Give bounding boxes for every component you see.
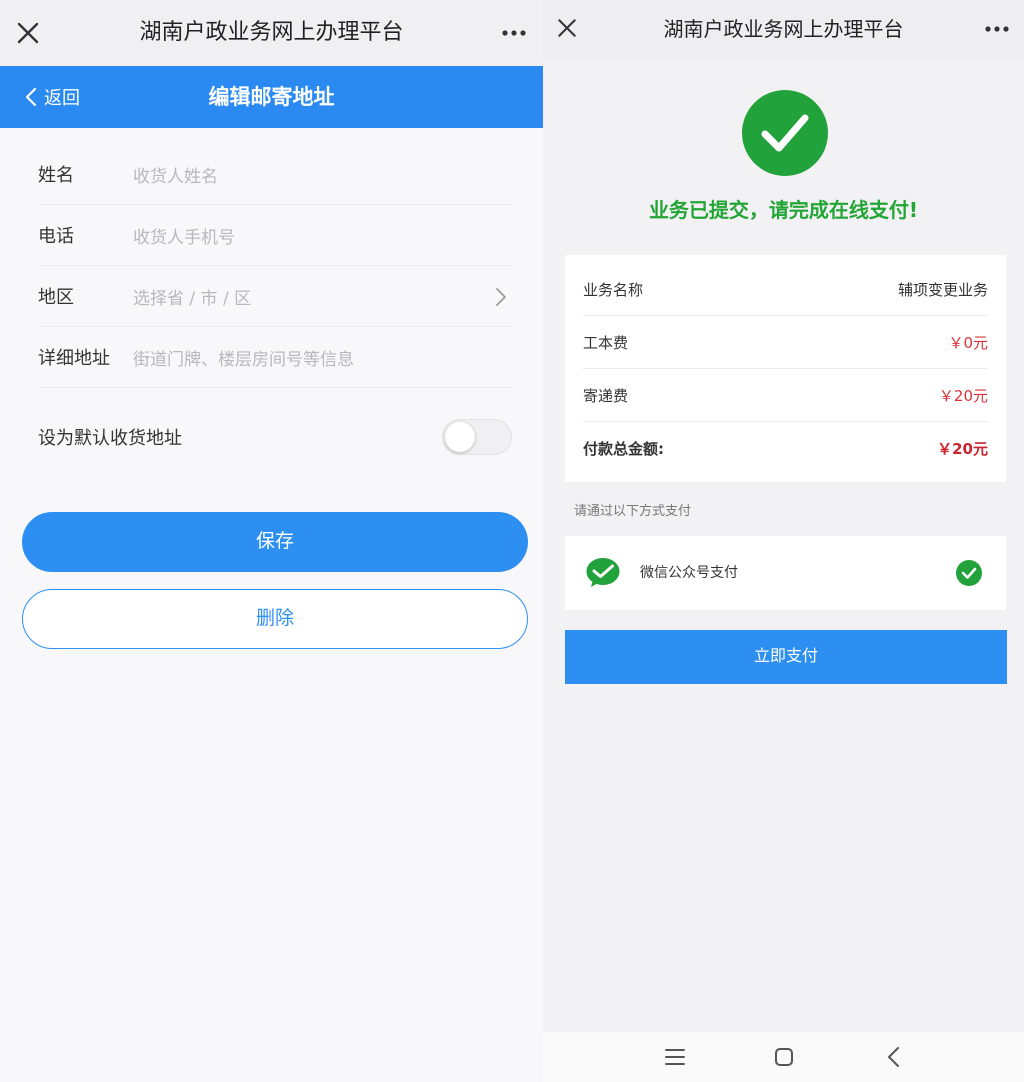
close-icon[interactable] [555,16,579,40]
address-detail-field[interactable]: 详细地址 街道门牌、楼层房间号等信息 [38,327,514,388]
region-label: 地区 [38,287,74,308]
default-address-label: 设为默认收货地址 [38,428,182,449]
detail-value: ￥20元 [938,386,988,405]
detail-row-shipping: 寄递费 ￥20元 [583,369,988,422]
back-label: 返回 [44,88,80,109]
default-address-toggle[interactable] [442,419,512,455]
wechat-pay-icon [586,558,620,587]
more-icon[interactable] [982,14,1012,44]
detail-row-total: 付款总金额: ￥20元 [583,422,988,475]
save-button[interactable]: 保存 [22,512,528,572]
detail-value: 辅项变更业务 [897,280,988,299]
order-details-card: 业务名称 辅项变更业务 工本费 ￥0元 寄递费 ￥20元 付款总金额: ￥20元 [565,255,1006,482]
chevron-right-icon [496,288,506,306]
name-input[interactable]: 收货人姓名 [133,162,218,187]
name-label: 姓名 [38,165,74,186]
app-title: 湖南户政业务网上办理平台 [139,20,404,45]
system-nav-bar [543,1032,1024,1082]
app-topbar: 湖南户政业务网上办理平台 [0,0,543,66]
app-topbar: 湖南户政业务网上办理平台 [543,0,1024,58]
default-address-row: 设为默认收货地址 [38,406,514,468]
detail-label: 业务名称 [583,280,644,299]
more-icon[interactable] [499,18,529,48]
region-field[interactable]: 地区 选择省 / 市 / 区 [38,266,514,327]
selected-check-icon [956,560,982,586]
pay-method-option[interactable]: 微信公众号支付 [565,536,1006,610]
pay-hint: 请通过以下方式支付 [574,504,692,519]
detail-label: 寄递费 [583,386,629,405]
edit-address-screen: 湖南户政业务网上办理平台 返回 编辑邮寄地址 姓名 收货人姓名 电话 收货人手机… [0,0,543,1082]
pay-now-button[interactable]: 立即支付 [565,630,1007,684]
back-nav-icon[interactable] [881,1044,907,1070]
back-button[interactable]: 返回 [24,66,80,128]
total-amount: ￥20元 [937,440,988,458]
phone-label: 电话 [38,226,74,247]
chevron-left-icon [25,87,37,107]
detail-value: ￥0元 [948,333,988,352]
close-icon[interactable] [14,19,42,47]
page-header: 返回 编辑邮寄地址 [0,66,543,128]
detail-label: 付款总金额: [583,440,664,458]
address-detail-input[interactable]: 街道门牌、楼层房间号等信息 [133,345,354,370]
pay-method-label: 微信公众号支付 [640,565,738,581]
name-field[interactable]: 姓名 收货人姓名 [38,144,514,205]
menu-icon[interactable] [662,1044,688,1070]
detail-row-fee: 工本费 ￥0元 [583,316,988,369]
address-form: 姓名 收货人姓名 电话 收货人手机号 地区 选择省 / 市 / 区 详细地址 街… [38,144,514,468]
success-message: 业务已提交，请完成在线支付! [648,198,919,222]
detail-label: 工本费 [583,333,629,352]
phone-input[interactable]: 收货人手机号 [133,223,235,248]
delete-button[interactable]: 删除 [22,589,528,649]
app-title: 湖南户政业务网上办理平台 [663,17,904,41]
payment-screen: 湖南户政业务网上办理平台 业务已提交，请完成在线支付! 业务名称 辅项变更业务 … [543,0,1024,1082]
toggle-knob [445,422,475,452]
phone-field[interactable]: 电话 收货人手机号 [38,205,514,266]
success-check-icon [742,90,828,176]
detail-row-business: 业务名称 辅项变更业务 [583,263,988,316]
page-title: 编辑邮寄地址 [208,85,335,109]
home-icon[interactable] [771,1044,797,1070]
address-detail-label: 详细地址 [38,348,110,369]
screens: 湖南户政业务网上办理平台 返回 编辑邮寄地址 姓名 收货人姓名 电话 收货人手机… [0,0,1024,1082]
region-select[interactable]: 选择省 / 市 / 区 [133,284,251,309]
